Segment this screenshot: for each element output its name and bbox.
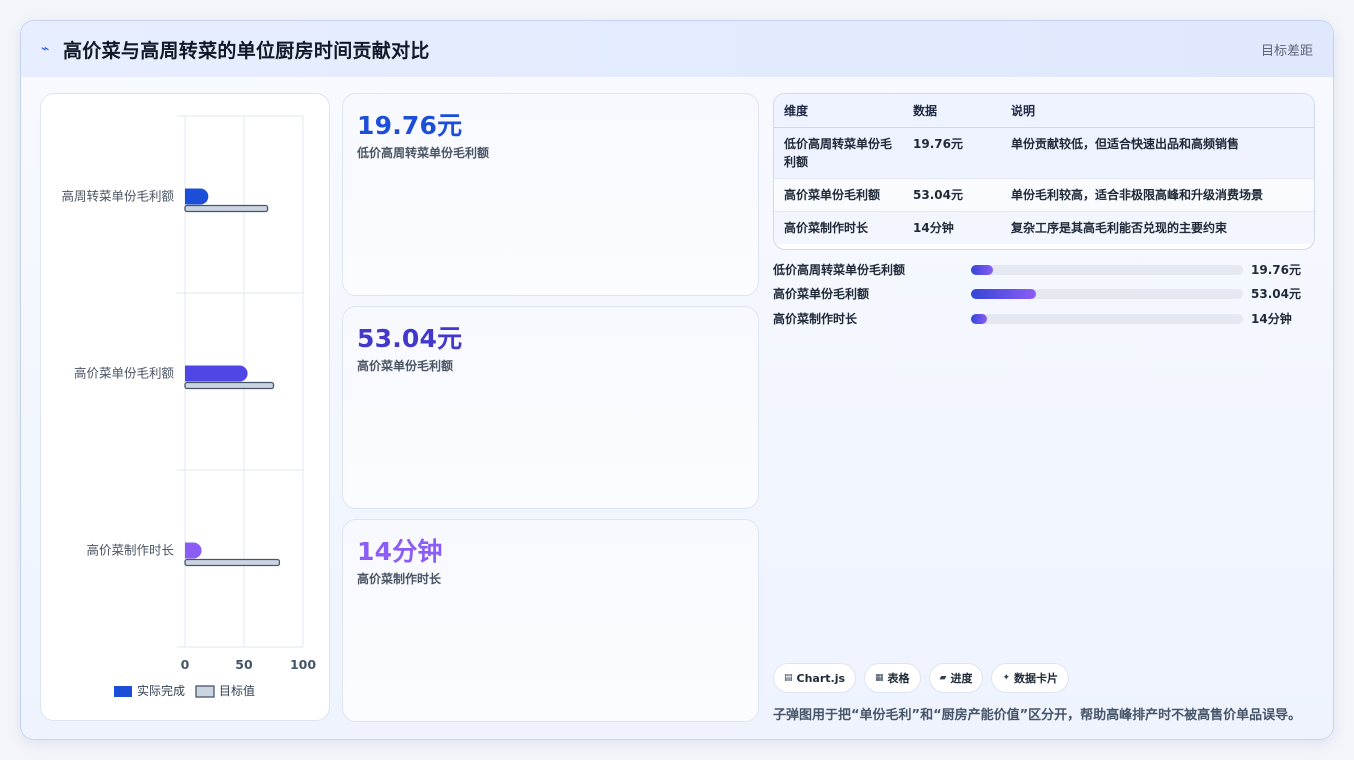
kpi-value: 53.04元 — [357, 324, 463, 353]
kpi-card-low-price-margin: 19.76元 低价高周转菜单份毛利额 — [342, 93, 759, 296]
actual-bar-left-edge — [185, 188, 193, 205]
progress-value: 14分钟 — [1251, 312, 1292, 326]
x-axis-tick-label: 0 — [181, 657, 190, 672]
table-cell: 单份毛利较高，适合非极限高峰和升级消费场景 — [1001, 178, 1314, 212]
kpi-value: 14分钟 — [357, 537, 443, 566]
table-row: 高价菜制作时长 14分钟 复杂工序是其高毛利能否兑现的主要约束 — [774, 211, 1314, 244]
table-cell: 53.04元 — [903, 178, 1001, 212]
chip-progress[interactable]: ▰ 进度 — [928, 663, 984, 693]
target-bar — [184, 558, 281, 567]
progress-row-prep-time: 高价菜制作时长 14分钟 — [773, 309, 1315, 327]
progress-track — [971, 314, 1243, 324]
progress-row-low-price-margin: 低价高周转菜单份毛利额 19.76元 — [773, 260, 1315, 278]
chip-table[interactable]: ▦ 表格 — [864, 663, 921, 693]
actual-bar-left-edge — [185, 365, 193, 382]
target-gap-link[interactable]: 目标差距 — [1261, 40, 1313, 59]
chip-label: 数据卡片 — [1014, 672, 1059, 685]
legend-label-target: 目标值 — [219, 683, 255, 698]
x-axis-tick-label: 50 — [235, 657, 253, 672]
progress-fill — [971, 289, 1037, 299]
actual-bar — [185, 365, 248, 382]
progress-track — [971, 289, 1243, 299]
progress-label: 高价菜单份毛利额 — [773, 287, 870, 301]
table-cell: 低价高周转菜单份毛利额 — [774, 127, 903, 179]
y-axis-tick-label: 高价菜单份毛利额 — [74, 366, 175, 381]
x-axis-tick-label: 100 — [290, 657, 316, 672]
sparkle-icon: ✦ — [1002, 673, 1011, 683]
table-cell: 单份贡献较低，但适合快速出品和高频销售 — [1001, 127, 1314, 179]
bullet-chart: 高周转菜单份毛利额高价菜单份毛利额高价菜制作时长 0 50 100 实际完成 目标值 — [59, 115, 316, 698]
progress-fill — [971, 265, 993, 275]
table-cell: 19.76元 — [903, 127, 1001, 179]
kpi-value: 19.76元 — [357, 111, 463, 140]
target-bar — [184, 204, 269, 213]
dashboard-frame: ⌁ 高价菜与高周转菜的单位厨房时间贡献对比 目标差距 高周转菜单份毛利额高价菜单… — [20, 20, 1334, 740]
y-axis-tick-label: 高周转菜单份毛利额 — [59, 189, 174, 204]
chip-data-card[interactable]: ✦ 数据卡片 — [991, 663, 1070, 693]
progress-label: 低价高周转菜单份毛利额 — [773, 263, 906, 277]
kpi-card-prep-time: 14分钟 高价菜制作时长 — [342, 519, 759, 722]
chip-label: 表格 — [887, 672, 910, 685]
table-header-data: 数据 — [903, 94, 1001, 128]
page-title: 高价菜与高周转菜的单位厨房时间贡献对比 — [63, 39, 430, 62]
table-header-dimension: 维度 — [774, 94, 903, 128]
chip-label: Chart.js — [796, 671, 846, 685]
table-cell: 14分钟 — [903, 211, 1001, 244]
kpi-label: 高价菜单份毛利额 — [357, 359, 454, 373]
progress-track — [971, 265, 1243, 275]
table-header-note: 说明 — [1001, 94, 1314, 128]
table-row: 高价菜单份毛利额 53.04元 单份毛利较高，适合非极限高峰和升级消费场景 — [774, 178, 1314, 212]
chart-icon: ▤ — [784, 673, 793, 683]
progress-icon: ▰ — [939, 673, 947, 683]
chip-label: 进度 — [950, 672, 973, 685]
table-cell: 高价菜单份毛利额 — [774, 178, 903, 212]
header-bar: ⌁ 高价菜与高周转菜的单位厨房时间贡献对比 目标差距 — [21, 21, 1333, 77]
table-row: 低价高周转菜单份毛利额 19.76元 单份贡献较低，但适合快速出品和高频销售 — [774, 127, 1314, 179]
table-cell: 高价菜制作时长 — [774, 211, 903, 244]
progress-value: 53.04元 — [1251, 287, 1301, 301]
actual-bar-left-edge — [185, 542, 193, 559]
tech-chips: ▤ Chart.js ▦ 表格 ▰ 进度 ✦ 数据卡片 — [773, 663, 1070, 693]
target-bar — [184, 381, 275, 390]
progress-value: 19.76元 — [1251, 263, 1301, 277]
legend-swatch-target — [195, 685, 215, 698]
table-cell: 复杂工序是其高毛利能否兑现的主要约束 — [1001, 211, 1314, 244]
legend-swatch-actual — [114, 686, 132, 697]
footnote: 子弹图用于把“单份毛利”和“厨房产能价值”区分开，帮助高峰排产时不被高售价单品误… — [773, 708, 1302, 723]
comparison-table: 维度 数据 说明 低价高周转菜单份毛利额 19.76元 单份贡献较低，但适合快速… — [773, 93, 1315, 250]
kpi-card-high-price-margin: 53.04元 高价菜单份毛利额 — [342, 306, 759, 509]
table-icon: ▦ — [875, 673, 884, 683]
chip-chartjs[interactable]: ▤ Chart.js — [773, 663, 857, 693]
pulse-icon: ⌁ — [41, 41, 50, 57]
kpi-label: 低价高周转菜单份毛利额 — [357, 146, 490, 160]
kpi-label: 高价菜制作时长 — [357, 572, 442, 586]
legend-label-actual: 实际完成 — [137, 683, 185, 698]
progress-row-high-price-margin: 高价菜单份毛利额 53.04元 — [773, 284, 1315, 302]
y-axis-tick-label: 高价菜制作时长 — [86, 543, 174, 558]
progress-label: 高价菜制作时长 — [773, 312, 858, 326]
progress-fill — [971, 314, 988, 324]
bullet-chart-card: 高周转菜单份毛利额高价菜单份毛利额高价菜制作时长 0 50 100 实际完成 目标值 — [40, 93, 330, 721]
